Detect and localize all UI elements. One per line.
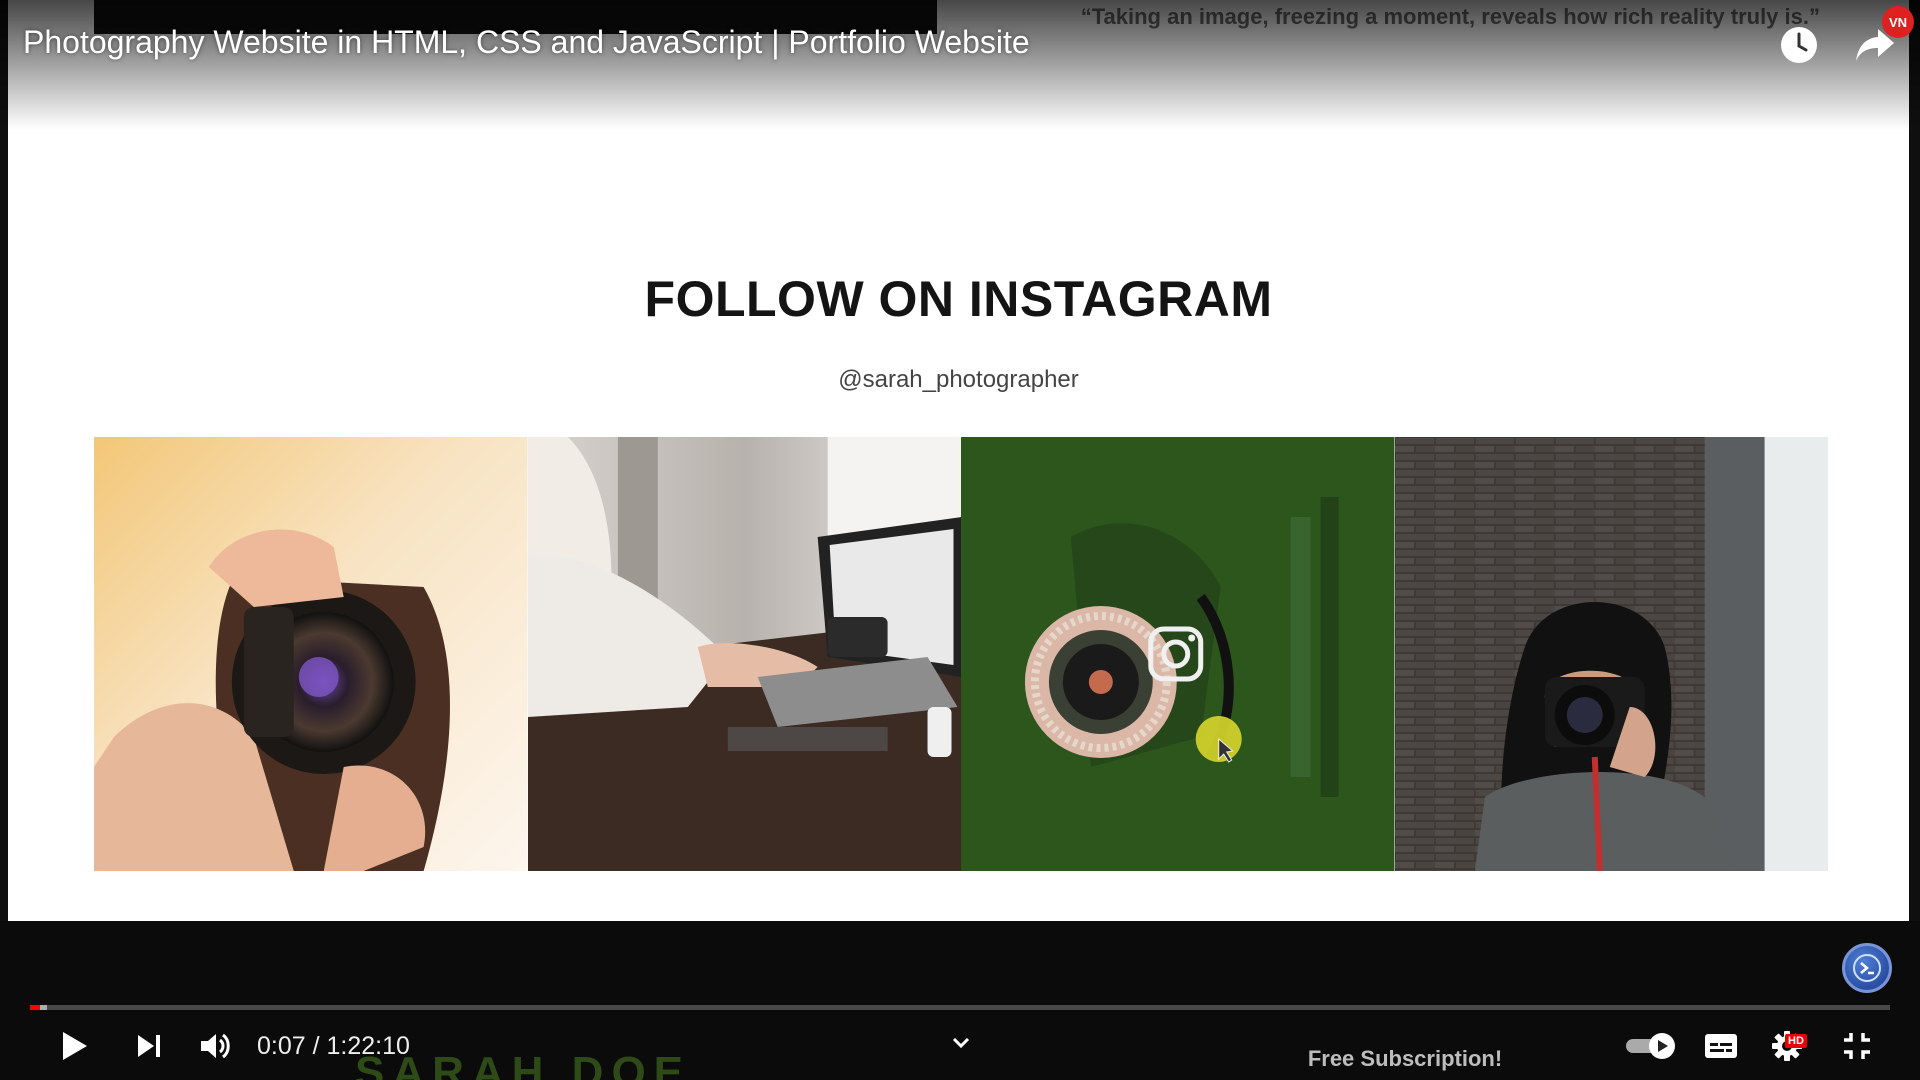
subtitles-button[interactable] — [1698, 1018, 1744, 1074]
player-controls: 0:07 / 1:22:10 — [0, 1018, 1920, 1074]
play-button[interactable] — [46, 1018, 102, 1074]
instagram-handle: @sarah_photographer — [838, 366, 1079, 393]
clock-icon — [1781, 27, 1817, 63]
next-button[interactable] — [124, 1018, 174, 1074]
autoplay-toggle-icon — [1626, 1033, 1675, 1059]
time-display: 0:07 / 1:22:10 — [257, 1032, 410, 1061]
exit-fullscreen-button[interactable] — [1834, 1018, 1880, 1074]
extension-button[interactable] — [1842, 943, 1892, 993]
autoplay-toggle[interactable] — [1622, 1018, 1682, 1074]
captions-icon — [1705, 1034, 1737, 1058]
photo-photographer-closeup — [94, 437, 528, 871]
channel-badge[interactable]: VN — [1882, 6, 1914, 38]
photo-laptop-desk — [527, 437, 961, 871]
progress-bar[interactable] — [30, 1005, 1890, 1010]
video-player[interactable]: “Taking an image, freezing a moment, rev… — [0, 0, 1920, 1080]
hd-badge: HD — [1785, 1034, 1807, 1048]
exit-fullscreen-icon — [1844, 1033, 1870, 1059]
instagram-gallery — [94, 437, 1828, 871]
video-title[interactable]: Photography Website in HTML, CSS and Jav… — [23, 24, 1030, 61]
frame-quote: “Taking an image, freezing a moment, rev… — [1080, 4, 1820, 29]
photo-woman-camera-brick-wall — [1394, 437, 1828, 871]
progress-played — [30, 1005, 41, 1010]
volume-icon — [201, 1033, 230, 1059]
play-icon — [63, 1032, 87, 1060]
top-actions — [1776, 22, 1898, 68]
terminal-icon — [1853, 954, 1881, 982]
video-frame[interactable]: “Taking an image, freezing a moment, rev… — [8, 0, 1909, 921]
mute-button[interactable] — [192, 1018, 240, 1074]
current-time: 0:07 — [257, 1032, 306, 1060]
duration: 1:22:10 — [326, 1032, 410, 1060]
instagram-heading: FOLLOW ON INSTAGRAM — [644, 271, 1273, 327]
skip-next-icon — [138, 1035, 160, 1057]
time-separator: / — [305, 1032, 327, 1060]
watch-later-button[interactable] — [1776, 22, 1822, 68]
photo-instagram-ring-light — [961, 437, 1395, 871]
